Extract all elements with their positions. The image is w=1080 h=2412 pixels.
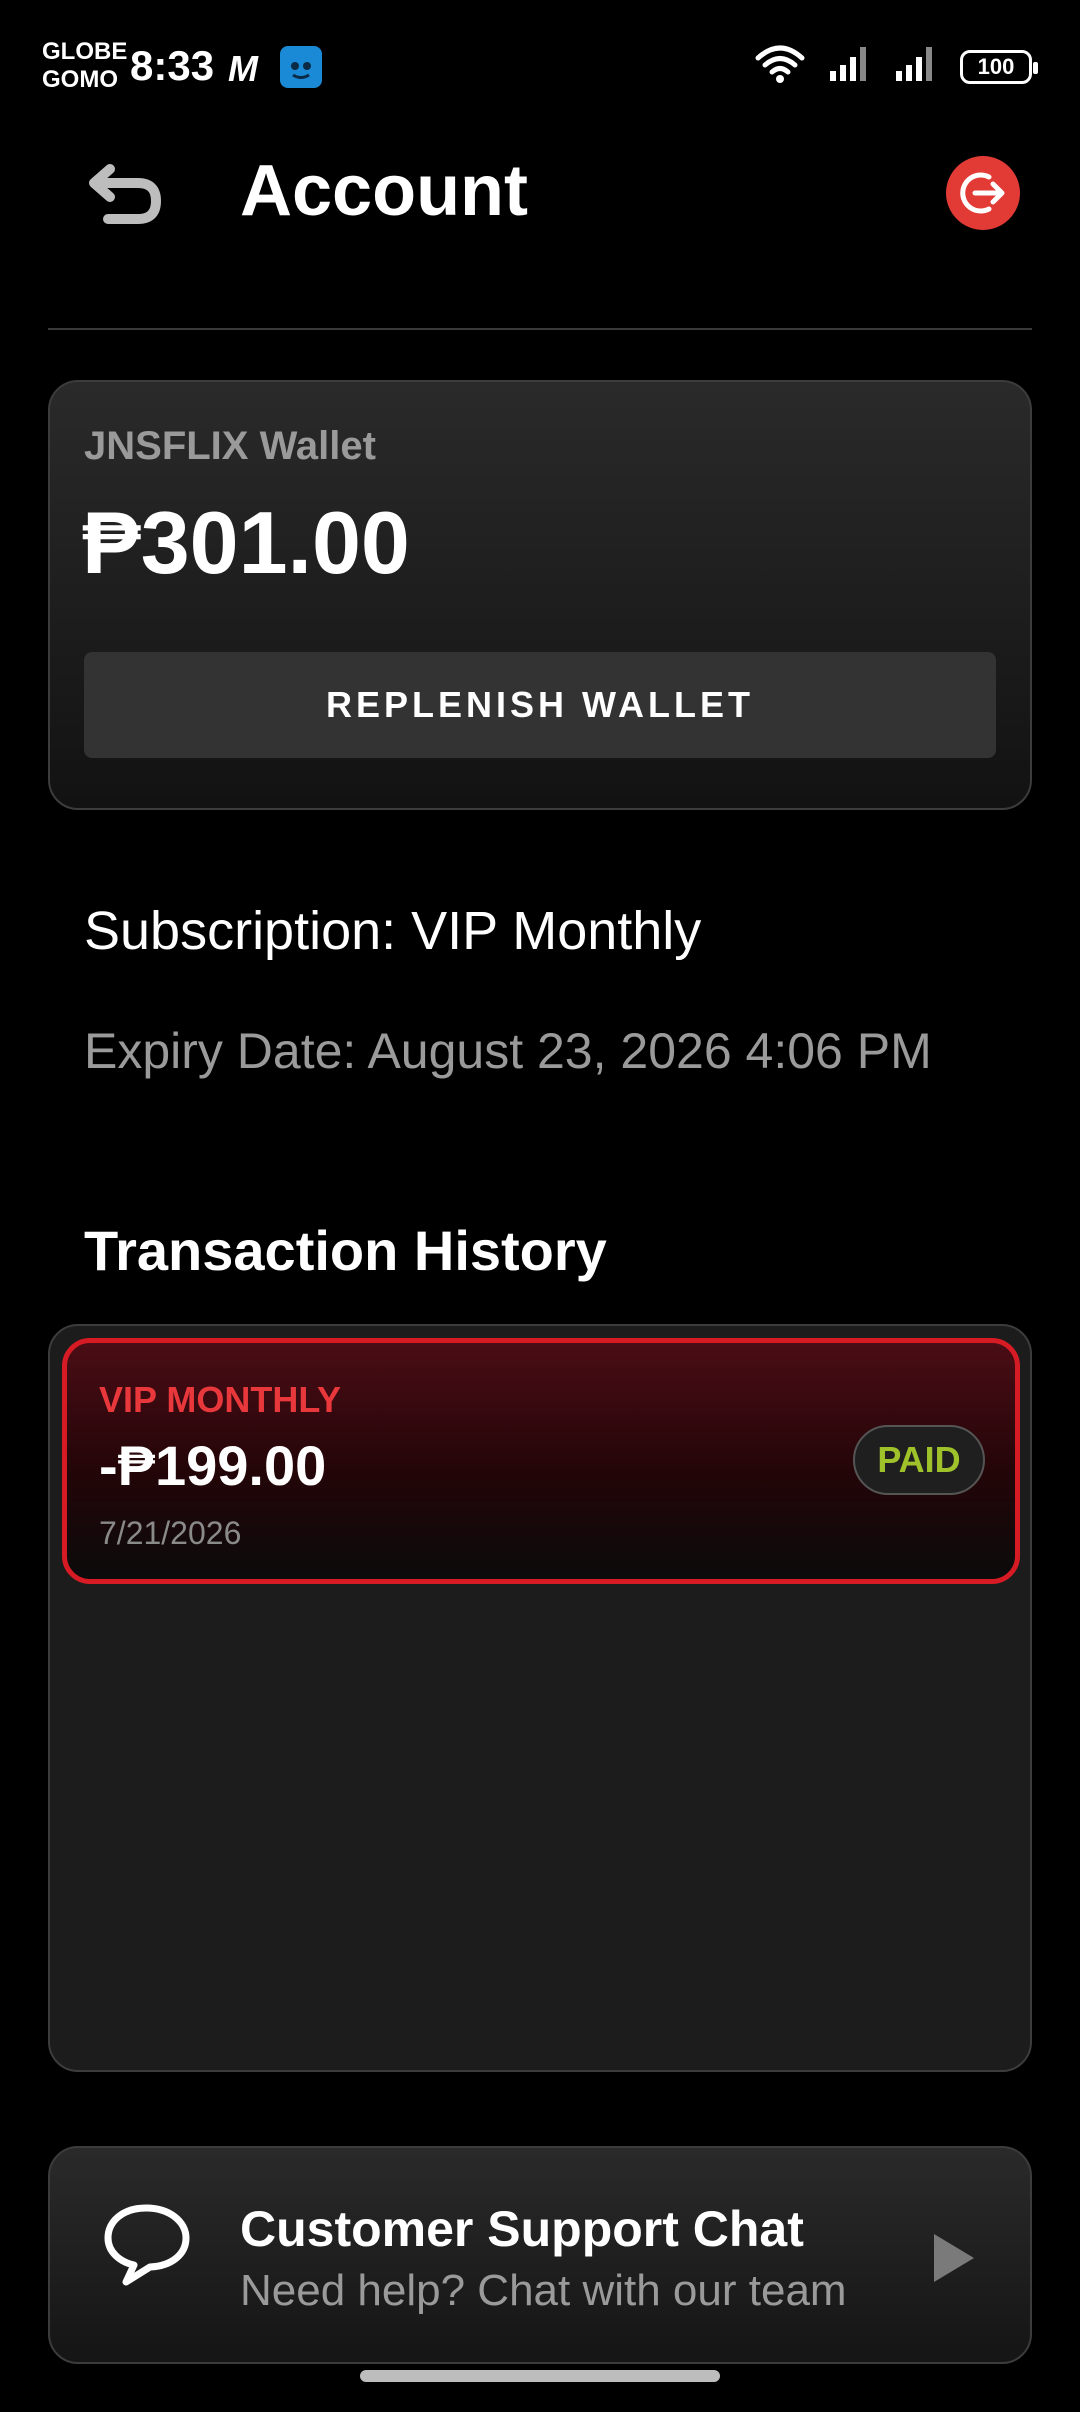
home-indicator[interactable] xyxy=(360,2370,720,2382)
customer-support-chat-button[interactable]: Customer Support Chat Need help? Chat wi… xyxy=(48,2146,1032,2364)
carrier-label: GLOBE GOMO xyxy=(42,38,127,94)
header-divider xyxy=(48,328,1032,330)
replenish-wallet-button[interactable]: REPLENISH WALLET xyxy=(84,652,996,758)
transaction-amount: -₱199.00 xyxy=(99,1434,327,1497)
logout-button[interactable] xyxy=(946,156,1020,230)
wallet-balance: ₱301.00 xyxy=(82,493,410,592)
battery-icon: 100 xyxy=(960,49,1038,84)
m-logo-icon: M xyxy=(228,48,258,89)
wallet-card: JNSFLIX Wallet ₱301.00 REPLENISH WALLET xyxy=(48,380,1032,810)
transaction-date: 7/21/2026 xyxy=(99,1515,242,1551)
support-title: Customer Support Chat xyxy=(240,2201,804,2257)
carrier-line-2: GOMO xyxy=(42,66,118,93)
transaction-name: VIP MONTHLY xyxy=(99,1379,342,1420)
transaction-item[interactable]: VIP MONTHLY -₱199.00 7/21/2026 PAID xyxy=(62,1338,1020,1584)
back-button[interactable] xyxy=(80,152,170,232)
carrier-line-1: GLOBE xyxy=(42,38,128,65)
transaction-history-title: Transaction History xyxy=(84,1219,607,1282)
app-icon xyxy=(280,46,322,88)
back-arrow-icon xyxy=(89,164,162,224)
chat-bubble-icon xyxy=(104,2204,190,2286)
play-arrow-icon xyxy=(934,2234,974,2282)
status-bar: GLOBE GOMO 8:33 M 100 xyxy=(0,0,1080,130)
status-time: 8:33 xyxy=(130,42,215,89)
status-badge: PAID xyxy=(853,1425,985,1495)
logout-icon xyxy=(960,172,1005,214)
expiry-date: Expiry Date: August 23, 2026 4:06 PM xyxy=(84,1023,932,1079)
transaction-list[interactable]: VIP MONTHLY -₱199.00 7/21/2026 PAID xyxy=(48,1324,1032,2072)
wallet-label: JNSFLIX Wallet xyxy=(84,424,376,468)
page-title: Account xyxy=(240,151,528,231)
support-subtitle: Need help? Chat with our team xyxy=(240,2266,847,2315)
signal-icon xyxy=(828,45,872,88)
signal-icon-2 xyxy=(894,45,938,88)
wifi-icon xyxy=(754,44,806,89)
subscription-plan: Subscription: VIP Monthly xyxy=(84,901,702,961)
status-right-icons: 100 xyxy=(754,44,1038,89)
